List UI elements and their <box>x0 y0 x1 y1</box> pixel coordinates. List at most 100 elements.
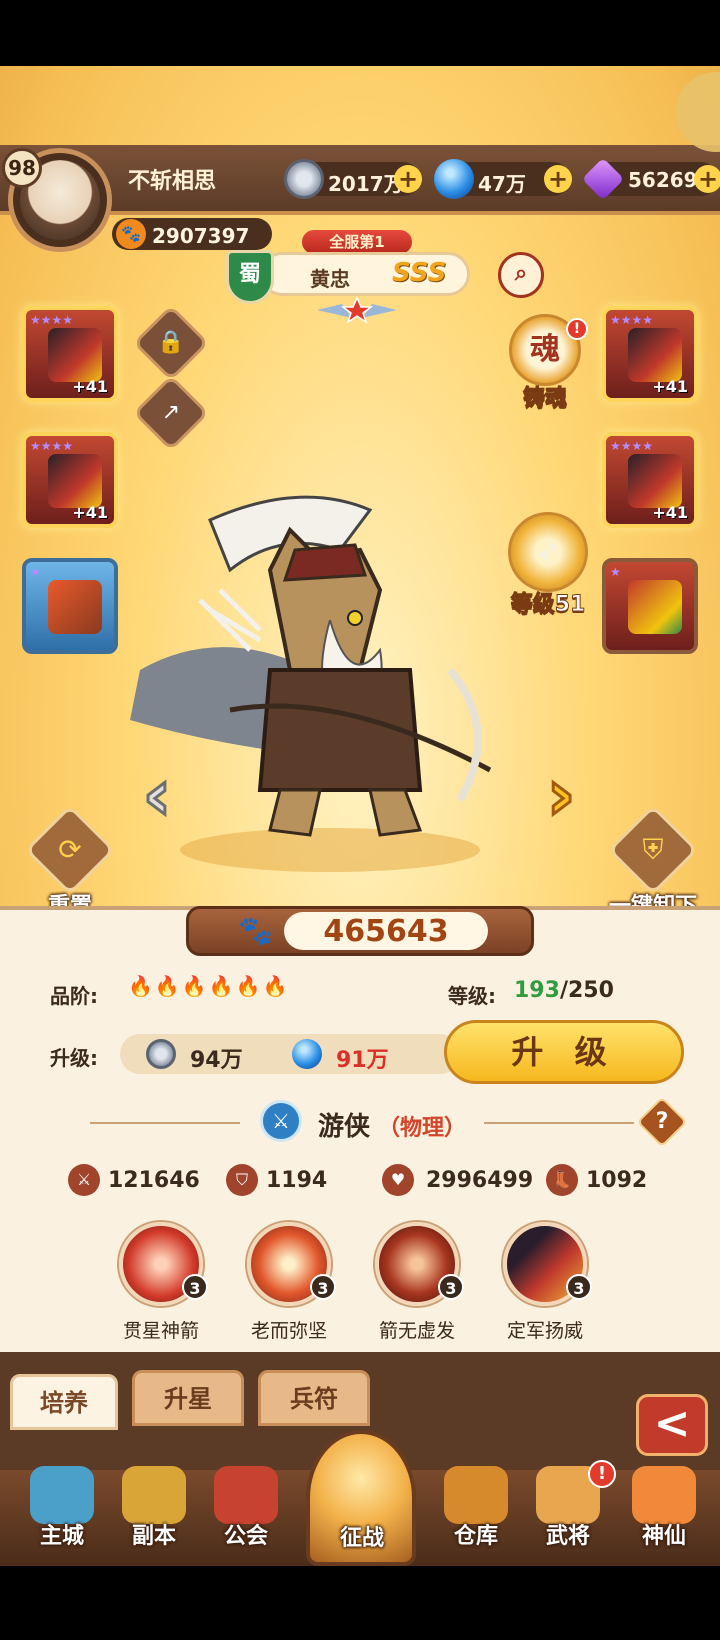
silver-value: 2017万 <box>328 172 404 196</box>
tab-star-up[interactable]: 升星 <box>132 1370 244 1426</box>
status-bar <box>0 0 720 66</box>
treasure-bag-icon <box>444 1466 508 1524</box>
notification-badge: ! <box>588 1460 616 1488</box>
equipment-icon <box>628 328 682 382</box>
add-silver-button[interactable]: + <box>394 165 422 193</box>
attack-value: 121646 <box>108 1168 200 1193</box>
equipment-icon <box>628 454 682 508</box>
slot-enhance-level: +41 <box>72 377 108 396</box>
paw-icon: 🐾 <box>116 219 146 249</box>
faction-badge: 蜀 <box>226 250 274 304</box>
skill-4[interactable]: 3 定军扬威 <box>490 1222 600 1343</box>
nav-main-city[interactable]: 主城 <box>20 1466 104 1550</box>
equipment-slot-right-1[interactable]: ★★★★ +41 <box>602 306 698 402</box>
cat-face-icon <box>632 1466 696 1524</box>
gem-value: 56269 <box>628 168 698 192</box>
question-icon: ? <box>655 1109 669 1134</box>
level-current: 193 <box>514 978 560 1003</box>
combat-power-value: 465643 <box>323 914 449 949</box>
nav-immortals[interactable]: 神仙 <box>622 1466 706 1550</box>
nav-label: 副本 <box>131 1524 176 1549</box>
skill-name: 定军扬威 <box>506 1320 583 1342</box>
lock-icon: 🔒 <box>157 330 185 355</box>
silver-coin-icon <box>146 1039 176 1069</box>
skill-level: 3 <box>310 1274 336 1300</box>
nav-label: 武将 <box>545 1524 590 1549</box>
armor-icon: ⛨ <box>607 804 699 896</box>
reset-icon: ⟳ <box>24 804 116 896</box>
skill-name: 箭无虚发 <box>378 1320 455 1342</box>
campaign-icon <box>330 1468 394 1526</box>
orb-resource: 47万 + <box>434 159 572 199</box>
equipment-slot-left-3[interactable]: ★ <box>22 558 118 654</box>
slot-stars: ★★★★ <box>610 439 654 453</box>
player-level-badge: 98 <box>2 148 42 188</box>
prev-hero-button[interactable]: ‹ <box>130 759 184 834</box>
gem-resource: 56269 + <box>581 157 720 201</box>
nav-campaign[interactable]: 征战 <box>320 1468 404 1552</box>
skill-name: 贯星神箭 <box>122 1320 199 1342</box>
nav-dungeon[interactable]: 副本 <box>112 1466 196 1550</box>
server-rank-tag: 全服第1 <box>302 230 412 254</box>
next-hero-button[interactable]: › <box>534 759 588 834</box>
silver-cost: 94万 <box>190 1048 243 1073</box>
nav-label: 仓库 <box>453 1524 498 1549</box>
health-value: 2996499 <box>426 1168 534 1193</box>
shield-icon: ⛉ <box>226 1164 258 1196</box>
heart-icon: ♥ <box>382 1164 414 1196</box>
star-rank-icon <box>317 296 397 324</box>
skill-1[interactable]: 3 贯星神箭 <box>106 1222 216 1343</box>
player-name: 不斩相思 <box>128 169 217 194</box>
nav-label: 公会 <box>223 1524 268 1549</box>
back-button[interactable]: < <box>636 1394 708 1456</box>
sword-icon: ⚔ <box>68 1164 100 1196</box>
nav-label: 主城 <box>39 1524 84 1549</box>
reset-button[interactable]: ⟳ 重置 <box>20 804 120 920</box>
orb-cost: 91万 <box>336 1048 389 1073</box>
divider <box>484 1122 634 1124</box>
quality-label: 品阶: <box>50 984 98 1008</box>
skill-level: 3 <box>566 1274 592 1300</box>
slot-enhance-level: +41 <box>72 503 108 522</box>
paw-icon: 🐾 <box>238 914 273 947</box>
tab-tally[interactable]: 兵符 <box>258 1370 370 1426</box>
forge-soul-label: 铸魂 <box>522 386 567 412</box>
slot-enhance-level: +41 <box>652 503 688 522</box>
add-gem-button[interactable]: + <box>694 165 720 193</box>
skill-level: 3 <box>182 1274 208 1300</box>
blue-orb-icon <box>292 1039 322 1069</box>
equipment-slot-right-3[interactable]: ★ <box>602 558 698 654</box>
hero-damage-type: （物理） <box>378 1116 467 1141</box>
level-label: 等级: <box>448 984 496 1008</box>
silver-coin-icon <box>284 159 324 199</box>
hero-level: 193/250 <box>514 978 614 1003</box>
search-icon[interactable]: ⌕ <box>498 252 544 298</box>
nav-warehouse[interactable]: 仓库 <box>434 1466 518 1550</box>
equipment-slot-right-2[interactable]: ★★★★ +41 <box>602 432 698 528</box>
castle-icon <box>30 1466 94 1524</box>
level-max: /250 <box>559 978 614 1003</box>
add-orb-button[interactable]: + <box>544 165 572 193</box>
orb-value: 47万 <box>478 172 526 196</box>
equipment-slot-left-2[interactable]: ★★★★ +41 <box>22 432 118 528</box>
defense-value: 1194 <box>266 1168 328 1193</box>
upgrade-button[interactable]: 升 级 <box>444 1020 684 1084</box>
nav-label: 征战 <box>339 1526 384 1551</box>
nav-guild[interactable]: 公会 <box>204 1466 288 1550</box>
skill-3[interactable]: 3 箭无虚发 <box>362 1222 472 1343</box>
equipment-icon <box>628 580 682 634</box>
player-power: 2907397 <box>152 224 250 248</box>
boot-icon: 👢 <box>546 1164 578 1196</box>
unequip-all-button[interactable]: ⛨ 一键卸下 <box>592 804 714 920</box>
skill-2[interactable]: 3 老而弥坚 <box>234 1222 344 1343</box>
hero-name: 黄忠 <box>310 267 350 291</box>
system-nav-bar <box>0 1566 720 1640</box>
equipment-slot-left-1[interactable]: ★★★★ +41 <box>22 306 118 402</box>
slot-stars: ★★★★ <box>610 313 654 327</box>
slot-stars: ★ <box>610 565 621 579</box>
speed-value: 1092 <box>586 1168 648 1193</box>
slot-enhance-level: +41 <box>652 377 688 396</box>
tab-train[interactable]: 培养 <box>10 1374 118 1430</box>
equipment-icon <box>48 580 102 634</box>
hero-grade: SSS <box>392 258 447 288</box>
